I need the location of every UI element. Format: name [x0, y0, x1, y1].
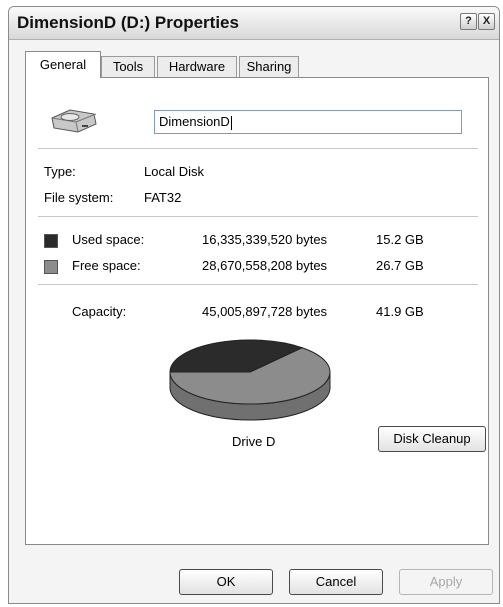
free-space-label: Free space:	[72, 258, 141, 273]
close-icon: X	[482, 15, 491, 27]
drive-label: Drive D	[232, 434, 276, 449]
volume-name-value: DimensionD	[159, 114, 230, 129]
properties-window: DimensionD (D:) Properties ? X General T…	[8, 6, 500, 604]
apply-button: Apply	[399, 569, 493, 595]
filesystem-value: FAT32	[144, 190, 182, 205]
filesystem-label: File system:	[44, 190, 114, 205]
capacity-label: Capacity:	[72, 304, 127, 319]
type-value: Local Disk	[144, 164, 204, 179]
used-space-swatch	[44, 234, 58, 248]
free-space-swatch	[44, 260, 58, 274]
cancel-button[interactable]: Cancel	[289, 569, 383, 595]
free-space-bytes: 28,670,558,208 bytes	[202, 258, 328, 273]
free-space-size: 26.7 GB	[376, 258, 424, 273]
close-button[interactable]: X	[478, 13, 495, 30]
disk-usage-pie-chart	[169, 339, 331, 421]
general-panel: DimensionD Type: Local Disk File system:…	[25, 77, 489, 545]
capacity-bytes: 45,005,897,728 bytes	[202, 304, 328, 319]
tab-hardware[interactable]: Hardware	[157, 56, 237, 78]
disk-cleanup-button[interactable]: Disk Cleanup	[378, 426, 486, 452]
divider	[38, 284, 478, 285]
used-space-label: Used space:	[72, 232, 145, 247]
tab-sharing[interactable]: Sharing	[239, 56, 299, 78]
help-icon: ?	[465, 15, 472, 27]
capacity-size: 41.9 GB	[376, 304, 424, 319]
ok-button[interactable]: OK	[179, 569, 273, 595]
type-label: Type:	[44, 164, 76, 179]
used-space-size: 15.2 GB	[376, 232, 424, 247]
divider	[38, 148, 478, 149]
tab-general[interactable]: General	[25, 51, 101, 78]
tab-tools[interactable]: Tools	[101, 56, 155, 78]
divider	[38, 216, 478, 217]
window-title: DimensionD (D:) Properties	[17, 13, 239, 32]
volume-name-input[interactable]: DimensionD	[154, 110, 462, 134]
title-bar[interactable]: DimensionD (D:) Properties ? X	[9, 7, 499, 40]
hard-drive-icon	[51, 109, 97, 133]
help-button[interactable]: ?	[460, 13, 477, 30]
used-space-bytes: 16,335,339,520 bytes	[202, 232, 328, 247]
